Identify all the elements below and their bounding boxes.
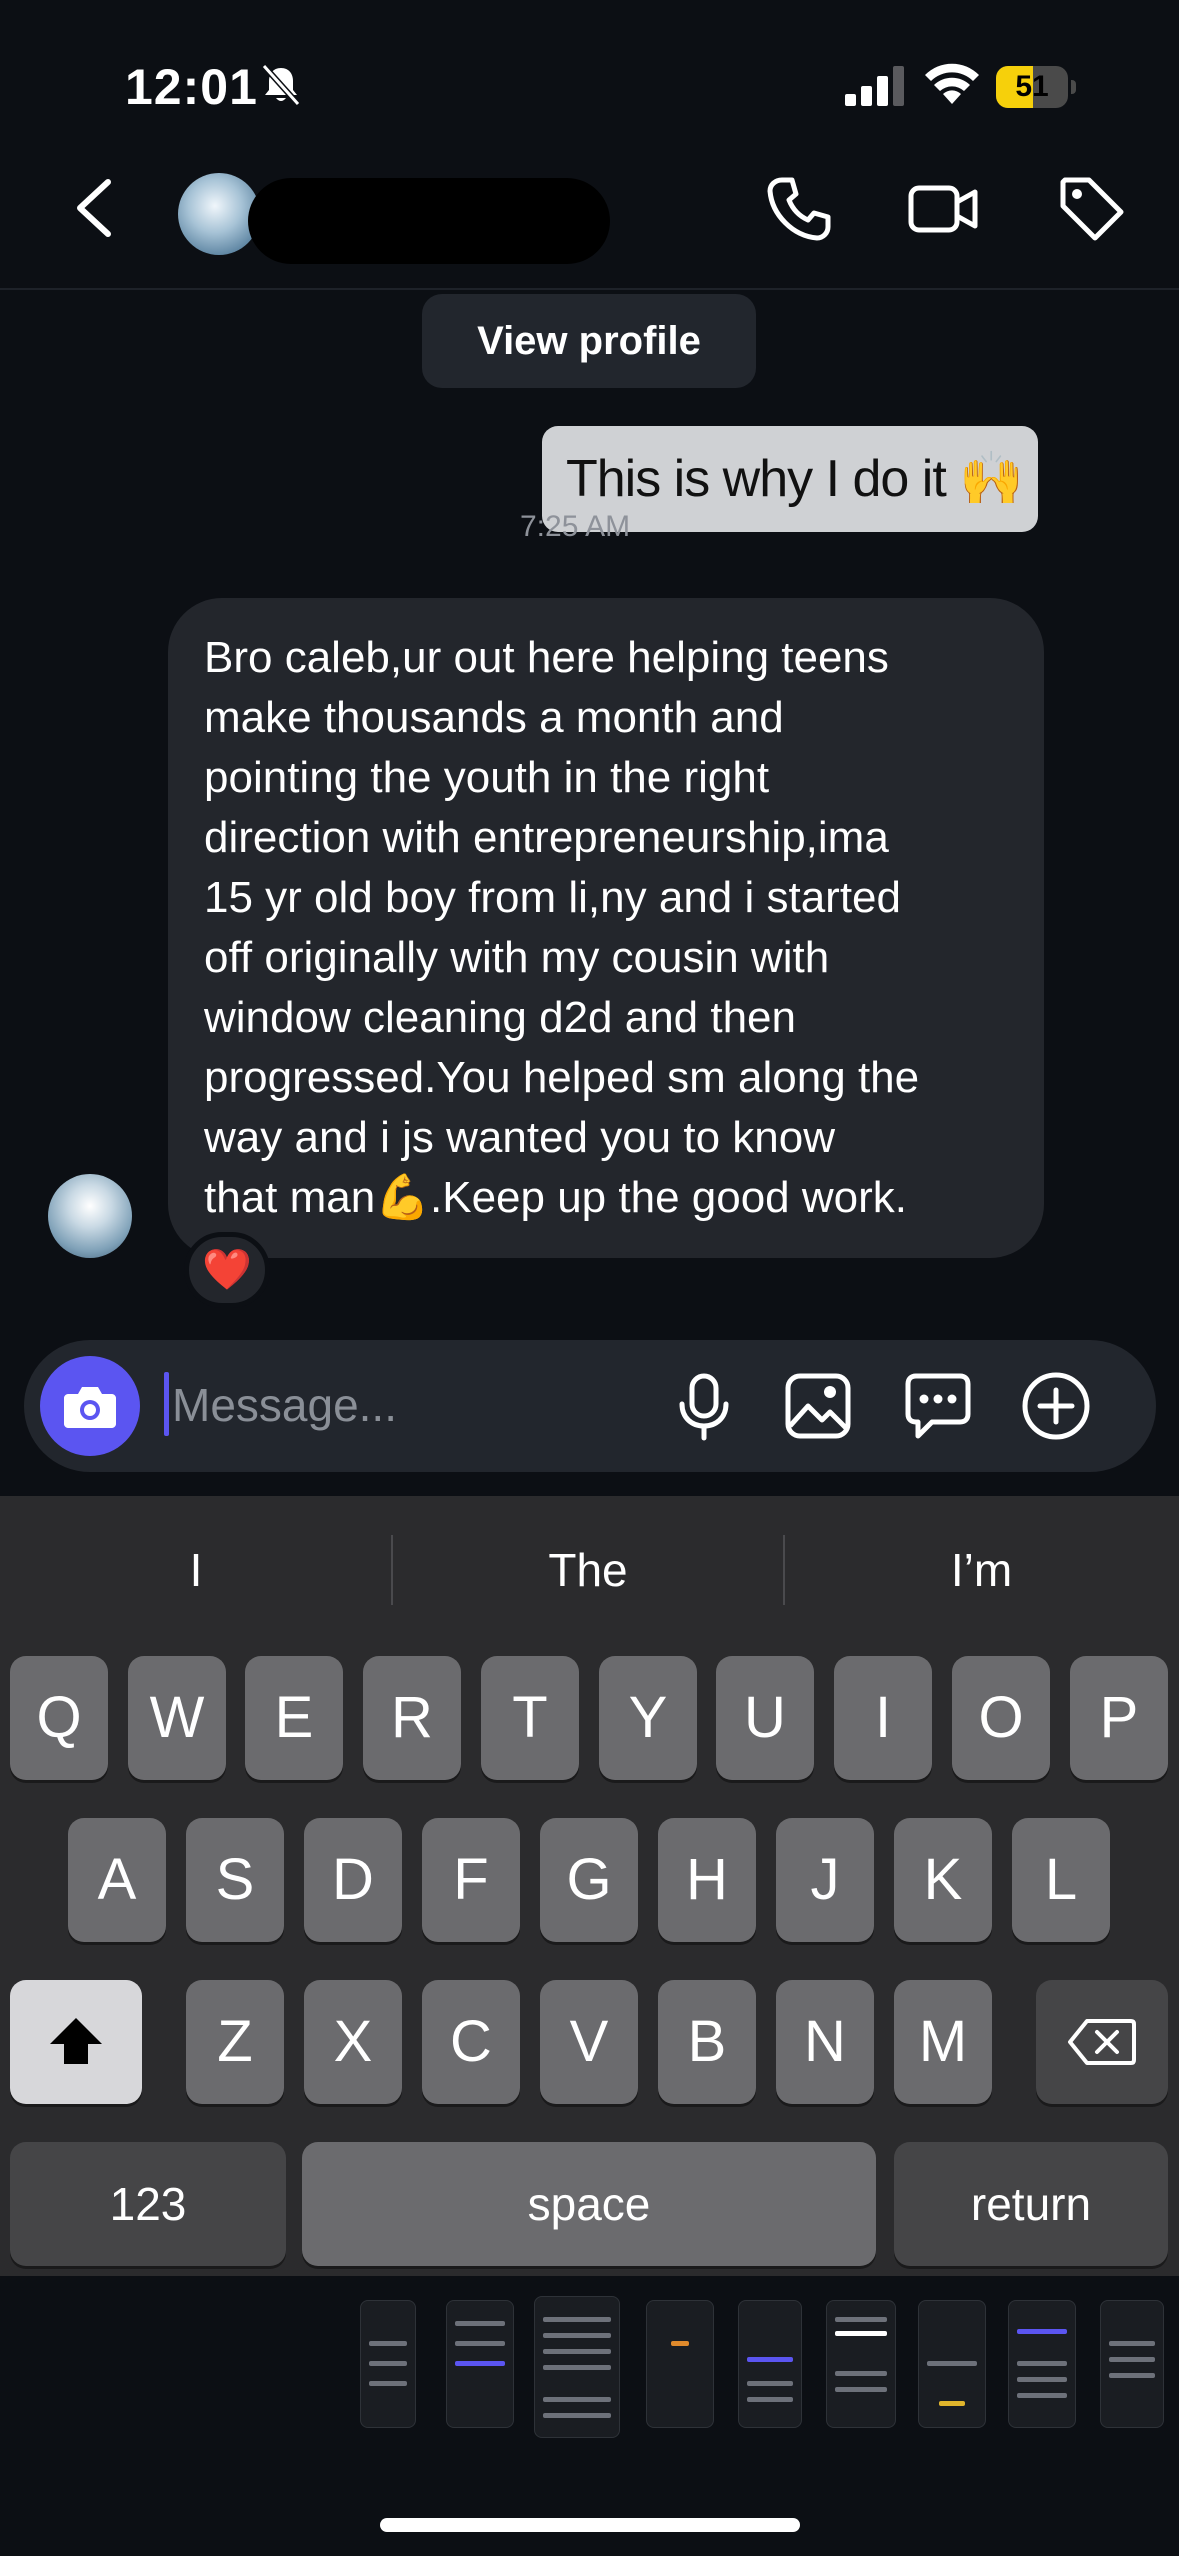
- screenshot-thumbnail[interactable]: [534, 2296, 620, 2438]
- back-chevron-icon[interactable]: [68, 176, 118, 240]
- home-indicator[interactable]: [380, 2518, 800, 2532]
- received-message-bubble[interactable]: Bro caleb,ur out here helping teens make…: [168, 598, 1044, 1258]
- screenshot-thumbnail[interactable]: [1100, 2300, 1164, 2428]
- status-time: 12:01: [125, 59, 258, 115]
- key-f[interactable]: F: [422, 1818, 520, 1942]
- backspace-key[interactable]: [1036, 1980, 1168, 2104]
- return-key[interactable]: return: [894, 2142, 1168, 2266]
- numbers-key[interactable]: 123: [10, 2142, 286, 2266]
- key-e[interactable]: E: [245, 1656, 343, 1780]
- battery-indicator: 51: [996, 66, 1076, 108]
- key-z[interactable]: Z: [186, 1980, 284, 2104]
- key-u[interactable]: U: [716, 1656, 814, 1780]
- key-s[interactable]: S: [186, 1818, 284, 1942]
- key-q[interactable]: Q: [10, 1656, 108, 1780]
- status-bar: 12:01 51: [0, 0, 1179, 150]
- phone-icon[interactable]: [762, 172, 836, 246]
- key-k[interactable]: K: [894, 1818, 992, 1942]
- bell-slash-icon: [261, 63, 301, 107]
- video-camera-icon[interactable]: [906, 172, 980, 246]
- key-h[interactable]: H: [658, 1818, 756, 1942]
- key-w[interactable]: W: [128, 1656, 226, 1780]
- key-p[interactable]: P: [1070, 1656, 1168, 1780]
- key-t[interactable]: T: [481, 1656, 579, 1780]
- shift-key[interactable]: [10, 1980, 142, 2104]
- wifi-icon: [925, 63, 979, 104]
- suggestion-2[interactable]: The: [392, 1530, 784, 1610]
- screenshot-thumbnail[interactable]: [646, 2300, 714, 2428]
- key-o[interactable]: O: [952, 1656, 1050, 1780]
- received-message-text: Bro caleb,ur out here helping teens make…: [204, 633, 920, 1222]
- key-v[interactable]: V: [540, 1980, 638, 2104]
- suggestion-1[interactable]: I: [0, 1530, 392, 1610]
- screenshot-thumbnail[interactable]: [738, 2300, 802, 2428]
- key-x[interactable]: X: [304, 1980, 402, 2104]
- battery-percent: 51: [1015, 70, 1049, 103]
- backspace-icon: [1068, 2019, 1136, 2065]
- tag-icon[interactable]: [1055, 172, 1129, 246]
- cellular-signal-icon: [845, 66, 904, 106]
- view-profile-button[interactable]: View profile: [422, 294, 756, 388]
- key-n[interactable]: N: [776, 1980, 874, 2104]
- key-j[interactable]: J: [776, 1818, 874, 1942]
- text-cursor: [164, 1372, 169, 1436]
- screenshot-thumbnail[interactable]: [1008, 2300, 1076, 2428]
- key-r[interactable]: R: [363, 1656, 461, 1780]
- space-key[interactable]: space: [302, 2142, 876, 2266]
- shift-arrow-icon: [50, 2018, 102, 2064]
- key-m[interactable]: M: [894, 1980, 992, 2104]
- chat-bubble-icon[interactable]: [902, 1370, 974, 1442]
- plus-circle-icon[interactable]: [1020, 1370, 1092, 1442]
- microphone-icon[interactable]: [668, 1370, 740, 1442]
- gallery-icon[interactable]: [782, 1370, 854, 1442]
- message-input[interactable]: [172, 1370, 652, 1440]
- key-c[interactable]: C: [422, 1980, 520, 2104]
- screenshot-thumbnail[interactable]: [360, 2300, 416, 2428]
- key-i[interactable]: I: [834, 1656, 932, 1780]
- screenshot-thumbnail[interactable]: [446, 2300, 514, 2428]
- heart-reaction-badge[interactable]: ❤️: [184, 1232, 270, 1308]
- key-a[interactable]: A: [68, 1818, 166, 1942]
- key-y[interactable]: Y: [599, 1656, 697, 1780]
- message-timestamp: 7:25 AM: [520, 510, 631, 543]
- screenshot-thumbnail[interactable]: [826, 2300, 896, 2428]
- sender-avatar[interactable]: [48, 1174, 132, 1258]
- redacted-contact-name: [248, 178, 610, 264]
- key-b[interactable]: B: [658, 1980, 756, 2104]
- key-l[interactable]: L: [1012, 1818, 1110, 1942]
- key-d[interactable]: D: [304, 1818, 402, 1942]
- key-g[interactable]: G: [540, 1818, 638, 1942]
- suggestion-3[interactable]: I’m: [784, 1530, 1179, 1610]
- camera-icon: [64, 1387, 116, 1428]
- camera-button[interactable]: [40, 1356, 140, 1456]
- screenshot-thumbnail[interactable]: [918, 2300, 986, 2428]
